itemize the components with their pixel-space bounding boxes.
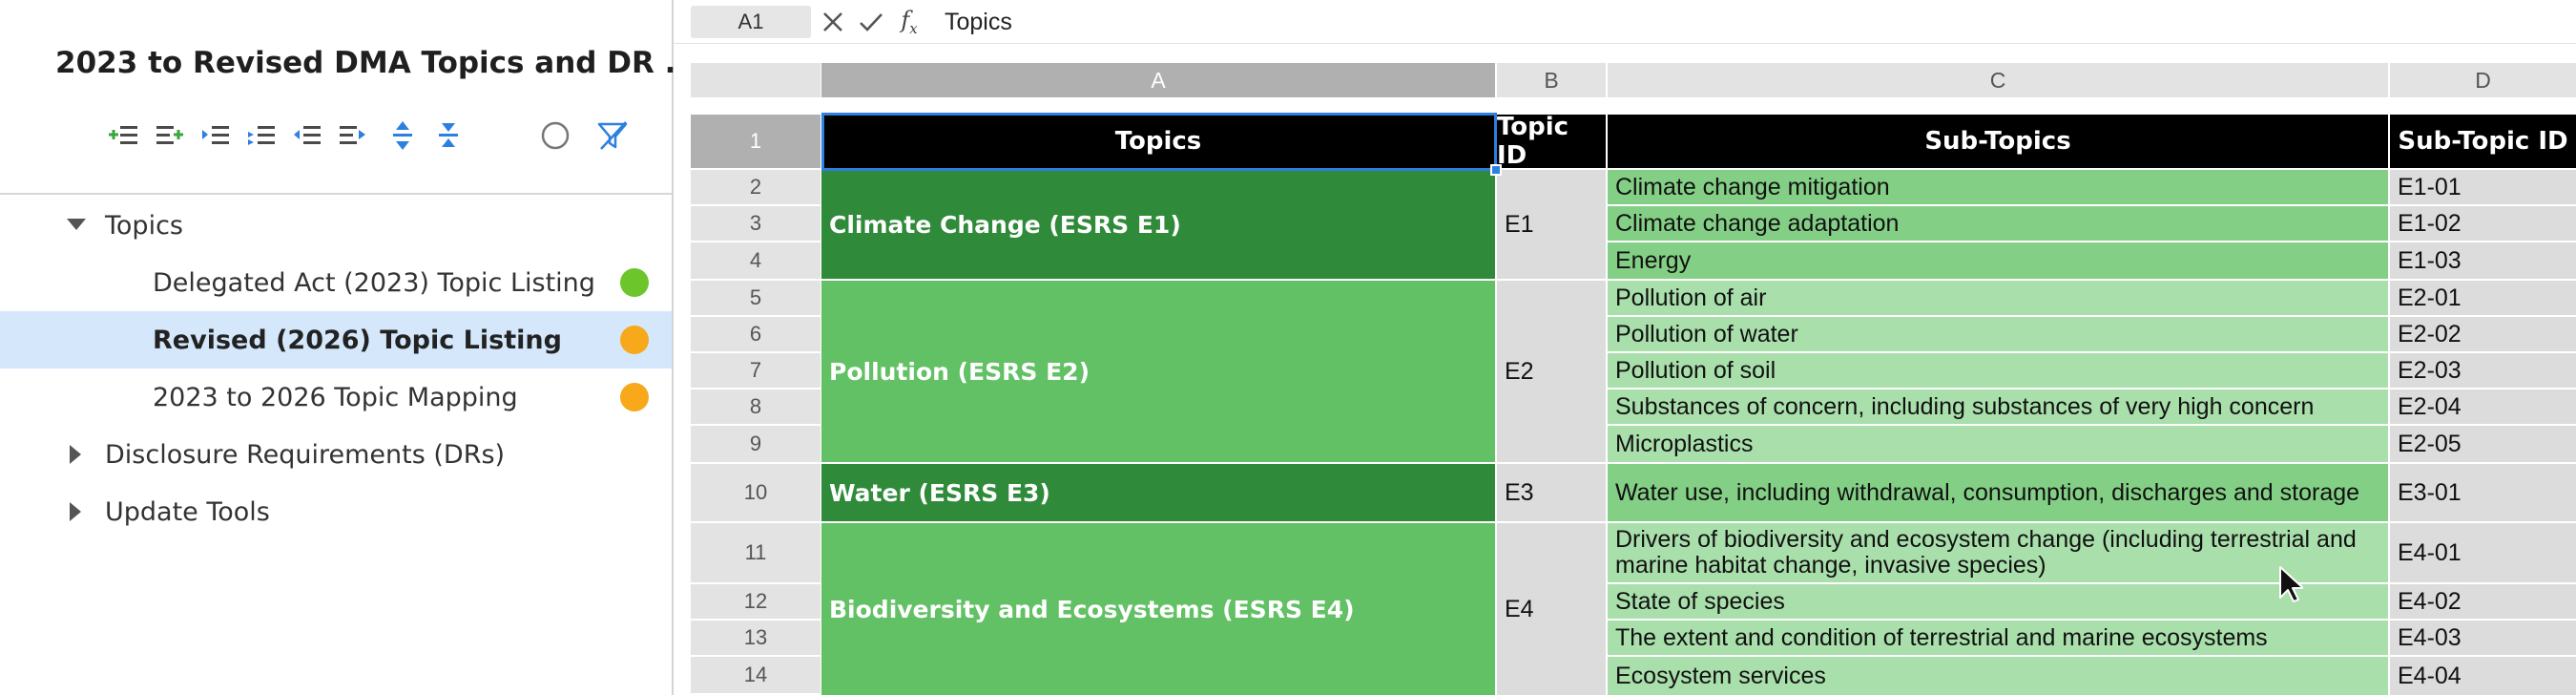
row-header-12[interactable]: 12 (691, 584, 821, 621)
column-header-c[interactable]: C (1608, 63, 2390, 97)
add-row-below-icon[interactable] (151, 116, 189, 155)
row-header-14[interactable]: 14 (691, 657, 821, 695)
formula-bar: A1 fx Topics (674, 0, 2576, 44)
subtopic-id-cell[interactable]: E3-01 (2390, 464, 2576, 523)
add-row-above-icon[interactable] (105, 116, 143, 155)
topic-cell[interactable]: Water (ESRS E3) (821, 464, 1497, 523)
row-header-10[interactable]: 10 (691, 464, 821, 523)
topic-id-cell[interactable]: E4 (1497, 523, 1608, 695)
header-cell-topics[interactable]: Topics (821, 115, 1497, 170)
indent-icon[interactable] (197, 116, 235, 155)
row-header-9[interactable]: 9 (691, 426, 821, 464)
tree-item-disclosure-requirements[interactable]: Disclosure Requirements (DRs) (0, 426, 672, 483)
outdent-more-icon[interactable] (334, 116, 372, 155)
row-header-5[interactable]: 5 (691, 281, 821, 317)
subtopic-id-cell[interactable]: E4-02 (2390, 584, 2576, 621)
indent-more-icon[interactable] (242, 116, 280, 155)
subtopic-id-cell[interactable]: E2-05 (2390, 426, 2576, 464)
document-title: 2023 to Revised DMA Topics and DR ... (55, 46, 698, 80)
row-header-6[interactable]: 6 (691, 317, 821, 353)
header-cell-sub-topics[interactable]: Sub-Topics (1608, 115, 2390, 170)
subtopic-id-cell[interactable]: E2-01 (2390, 281, 2576, 317)
status-dot-orange (620, 383, 649, 411)
mouse-cursor-icon (2279, 566, 2303, 602)
caret-down-icon[interactable] (65, 214, 88, 237)
status-dot-orange (620, 326, 649, 354)
subtopic-id-cell[interactable]: E1-01 (2390, 170, 2576, 206)
topic-id-cell[interactable]: E3 (1497, 464, 1608, 523)
subtopic-cell[interactable]: Microplastics (1608, 426, 2390, 464)
subtopic-cell[interactable]: The extent and condition of terrestrial … (1608, 621, 2390, 657)
subtopic-cell[interactable]: Energy (1608, 242, 2390, 281)
subtopic-cell[interactable]: Pollution of air (1608, 281, 2390, 317)
column-header-b[interactable]: B (1497, 63, 1608, 97)
subtopic-cell[interactable]: Ecosystem services (1608, 657, 2390, 695)
topic-cell[interactable]: Pollution (ESRS E2) (821, 281, 1497, 464)
circle-icon[interactable] (536, 116, 574, 155)
row-header-1[interactable]: 1 (691, 115, 821, 170)
tree-item-topic-mapping[interactable]: 2023 to 2026 Topic Mapping (0, 369, 672, 426)
caret-right-icon[interactable] (65, 443, 88, 466)
subtopic-id-cell[interactable]: E1-02 (2390, 206, 2576, 242)
topic-id-cell[interactable]: E1 (1497, 170, 1608, 281)
select-all-corner[interactable] (691, 63, 821, 97)
header-cell-sub-topic-id[interactable]: Sub-Topic ID (2390, 115, 2576, 170)
subtopic-id-cell[interactable]: E2-04 (2390, 390, 2576, 426)
topic-cell[interactable]: Biodiversity and Ecosystems (ESRS E4) (821, 523, 1497, 695)
subtopic-cell[interactable]: Pollution of water (1608, 317, 2390, 353)
row-header-8[interactable]: 8 (691, 390, 821, 426)
tree-label-disclosure: Disclosure Requirements (DRs) (105, 439, 506, 470)
cancel-icon[interactable] (819, 8, 847, 36)
tree-label: Revised (2026) Topic Listing (153, 325, 562, 355)
subtopic-id-cell[interactable]: E2-02 (2390, 317, 2576, 353)
subtopic-cell[interactable]: Drivers of biodiversity and ecosystem ch… (1608, 523, 2390, 584)
collapse-icon[interactable] (429, 116, 467, 155)
status-dot-green (620, 268, 649, 297)
column-header-a[interactable]: A (821, 63, 1497, 97)
subtopic-id-cell[interactable]: E4-04 (2390, 657, 2576, 695)
subtopic-cell[interactable]: Climate change mitigation (1608, 170, 2390, 206)
subtopic-id-cell[interactable]: E1-03 (2390, 242, 2576, 281)
tree-label: Delegated Act (2023) Topic Listing (153, 267, 595, 298)
subtopic-cell[interactable]: Climate change adaptation (1608, 206, 2390, 242)
filter-off-icon[interactable] (593, 116, 632, 155)
subtopic-id-cell[interactable]: E4-01 (2390, 523, 2576, 584)
tree-item-delegated-act[interactable]: Delegated Act (2023) Topic Listing (0, 254, 672, 311)
name-box[interactable]: A1 (691, 6, 811, 38)
subtopic-cell[interactable]: State of species (1608, 584, 2390, 621)
function-icon[interactable]: fx (895, 7, 924, 37)
tree-label-topics: Topics (105, 210, 183, 241)
tree-label: 2023 to 2026 Topic Mapping (153, 382, 518, 412)
row-header-11[interactable]: 11 (691, 523, 821, 584)
subtopic-id-cell[interactable]: E4-03 (2390, 621, 2576, 657)
subtopic-id-cell[interactable]: E2-03 (2390, 353, 2576, 390)
row-header-13[interactable]: 13 (691, 621, 821, 657)
tree-item-topics[interactable]: Topics (0, 197, 672, 254)
expand-icon[interactable] (384, 116, 422, 155)
row-header-3[interactable]: 3 (691, 206, 821, 242)
outdent-icon[interactable] (288, 116, 326, 155)
row-header-2[interactable]: 2 (691, 170, 821, 206)
tree-item-revised-topic-listing[interactable]: Revised (2026) Topic Listing (0, 311, 672, 369)
row-header-7[interactable]: 7 (691, 353, 821, 390)
topic-id-cell[interactable]: E2 (1497, 281, 1608, 464)
tree-item-update-tools[interactable]: Update Tools (0, 483, 672, 540)
sheet-navigator-panel: 2023 to Revised DMA Topics and DR ... To… (0, 0, 698, 695)
sidebar-divider (0, 193, 672, 195)
topic-cell[interactable]: Climate Change (ESRS E1) (821, 170, 1497, 281)
subtopic-cell[interactable]: Water use, including withdrawal, consump… (1608, 464, 2390, 523)
caret-right-icon[interactable] (65, 500, 88, 523)
row-header-4[interactable]: 4 (691, 242, 821, 281)
confirm-icon[interactable] (857, 8, 885, 36)
tree-label-update-tools: Update Tools (105, 496, 270, 527)
fill-handle[interactable] (1490, 164, 1502, 176)
subtopic-cell[interactable]: Substances of concern, including substan… (1608, 390, 2390, 426)
header-cell-topic-id[interactable]: Topic ID (1497, 115, 1608, 170)
column-header-d[interactable]: D (2390, 63, 2576, 97)
formula-input[interactable]: Topics (945, 9, 1012, 36)
subtopic-cell[interactable]: Pollution of soil (1608, 353, 2390, 390)
